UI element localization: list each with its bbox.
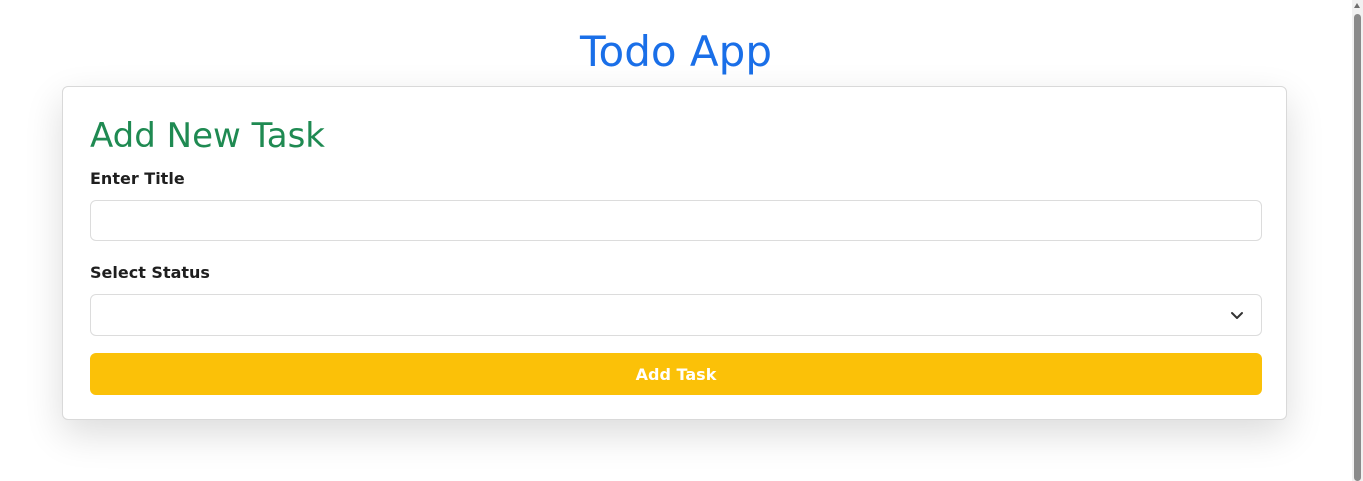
app-title: Todo App xyxy=(580,27,772,76)
title-input[interactable] xyxy=(90,200,1262,241)
form-heading: Add New Task xyxy=(90,116,325,156)
add-task-card: Add New Task Enter Title Select Status A… xyxy=(62,86,1287,420)
status-select[interactable] xyxy=(90,294,1262,336)
scroll-up-arrow-icon[interactable] xyxy=(1354,3,1360,8)
title-label: Enter Title xyxy=(90,169,185,188)
vertical-scrollbar[interactable] xyxy=(1352,0,1363,481)
add-task-button[interactable]: Add Task xyxy=(90,353,1262,395)
chevron-down-icon xyxy=(1231,312,1243,319)
todo-app-page: Todo App Add New Task Enter Title Select… xyxy=(0,0,1363,481)
scrollbar-thumb[interactable] xyxy=(1354,14,1361,481)
status-label: Select Status xyxy=(90,263,210,282)
